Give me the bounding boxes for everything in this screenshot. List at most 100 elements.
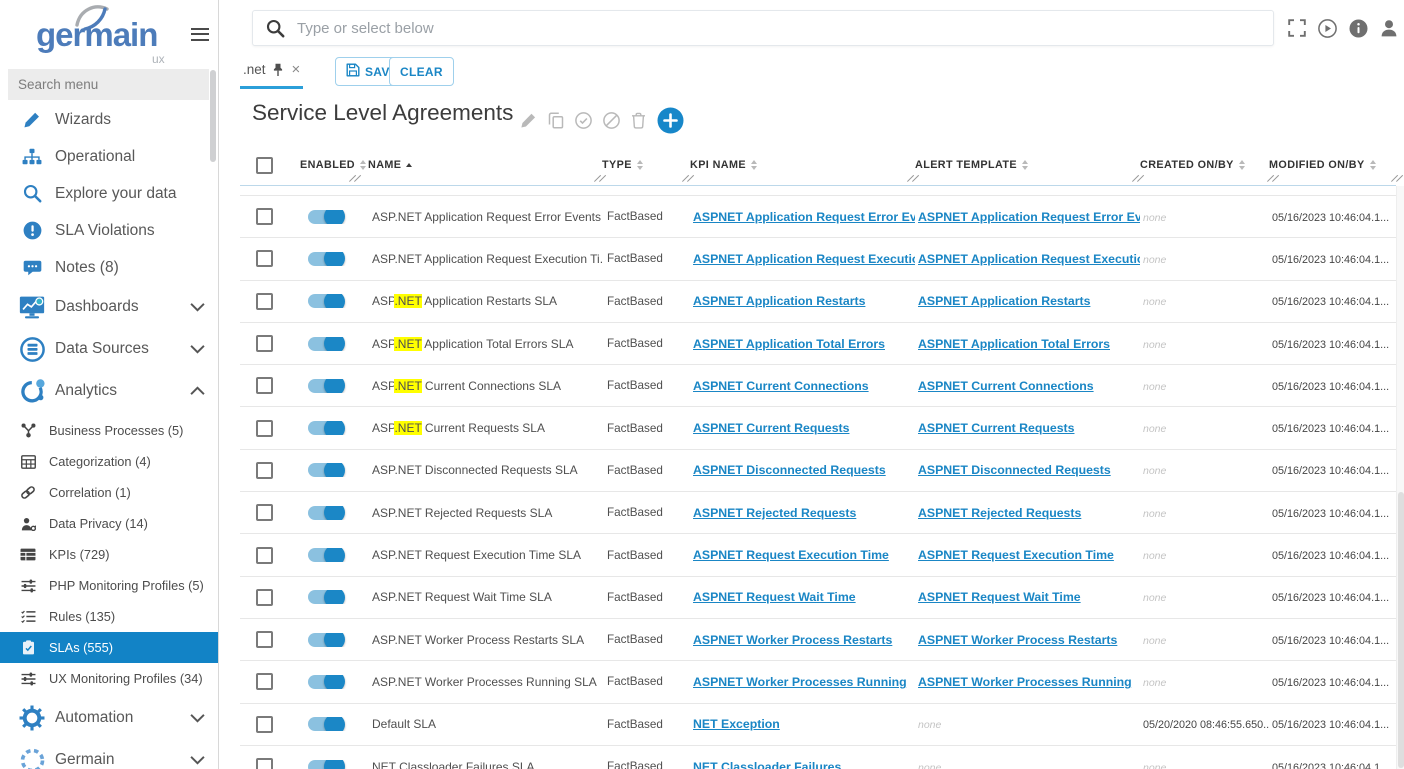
row-checkbox[interactable] [256,208,273,225]
kpi-link[interactable]: NET Exception [693,717,780,731]
alert-template-link[interactable]: ASPNET Worker Processes Running [918,675,1132,689]
sidebar-item-data-privacy[interactable]: Data Privacy (14) [0,508,218,539]
sidebar-item-correlation[interactable]: Correlation (1) [0,477,218,508]
disable-button[interactable] [603,112,620,129]
sidebar-item-operational[interactable]: Operational [0,138,218,175]
add-button[interactable] [657,107,684,134]
row-checkbox[interactable] [256,758,273,769]
row-checkbox[interactable] [256,462,273,479]
sort-icon[interactable] [406,163,412,167]
sidebar-item-dashboards[interactable]: Dashboards [0,286,218,328]
play-button[interactable] [1318,19,1337,38]
column-header-name[interactable]: NAME [368,159,602,171]
column-header-type[interactable]: TYPE [602,159,690,171]
enabled-toggle[interactable] [308,337,342,351]
kpi-link[interactable]: ASPNET Request Execution Time [693,548,889,562]
sidebar-item-rules[interactable]: Rules (135) [0,601,218,632]
alert-template-link[interactable]: ASPNET Current Connections [918,379,1094,393]
enabled-toggle[interactable] [308,379,342,393]
enabled-toggle[interactable] [308,760,342,769]
alert-template-link[interactable]: ASPNET Request Wait Time [918,590,1081,604]
sidebar-scrollbar[interactable] [210,70,216,162]
select-all-checkbox[interactable] [256,157,273,174]
sidebar-item-notes[interactable]: Notes (8) [0,249,218,286]
sort-icon[interactable] [1022,160,1028,171]
enabled-toggle[interactable] [308,506,342,520]
column-resize-handle[interactable] [1135,173,1147,184]
alert-template-link[interactable]: ASPNET Application Request Execution Tim… [918,252,1140,266]
sidebar-item-ux-monitoring-profiles[interactable]: UX Monitoring Profiles (34) [0,663,218,694]
sort-icon[interactable] [1239,160,1245,171]
pin-icon[interactable] [272,63,284,77]
delete-button[interactable] [631,112,646,129]
sidebar-item-explore-your-data[interactable]: Explore your data [0,175,218,212]
sidebar-item-analytics[interactable]: Analytics [0,370,218,412]
row-checkbox[interactable] [256,250,273,267]
table-scrollbar[interactable] [1396,186,1404,769]
column-resize-handle[interactable] [1394,173,1404,184]
sidebar-item-business-processes[interactable]: Business Processes (5) [0,415,218,446]
row-checkbox[interactable] [256,716,273,733]
enabled-toggle[interactable] [308,548,342,562]
column-resize-handle[interactable] [685,173,697,184]
sort-icon[interactable] [1370,160,1376,171]
sidebar-item-sla-violations[interactable]: SLA Violations [0,212,218,249]
enabled-toggle[interactable] [308,210,342,224]
sidebar-item-germain[interactable]: Germain [0,739,218,769]
column-resize-handle[interactable] [352,173,364,184]
menu-toggle-icon[interactable] [191,24,209,44]
sort-icon[interactable] [360,160,366,171]
sort-icon[interactable] [751,160,757,171]
kpi-link[interactable]: ASPNET Disconnected Requests [693,463,886,477]
kpi-link[interactable]: ASPNET Application Request Execution Tim… [693,252,915,266]
column-header-modified-on-by[interactable]: MODIFIED ON/BY [1269,159,1396,171]
alert-template-link[interactable]: ASPNET Worker Process Restarts [918,633,1117,647]
enabled-toggle[interactable] [308,252,342,266]
kpi-link[interactable]: ASPNET Current Requests [693,421,849,435]
row-checkbox[interactable] [256,547,273,564]
enabled-toggle[interactable] [308,675,342,689]
filter-chip[interactable]: .net × [243,61,300,78]
chevron-down-icon[interactable] [190,345,205,354]
kpi-link[interactable]: ASPNET Worker Process Restarts [693,633,892,647]
row-checkbox[interactable] [256,420,273,437]
user-button[interactable] [1380,19,1398,38]
info-button[interactable] [1349,19,1368,38]
alert-template-link[interactable]: ASPNET Disconnected Requests [918,463,1111,477]
sidebar-item-kpis[interactable]: KPIs (729) [0,539,218,570]
enabled-toggle[interactable] [308,717,342,731]
enabled-toggle[interactable] [308,421,342,435]
sidebar-item-slas[interactable]: SLAs (555) [0,632,218,663]
approve-button[interactable] [575,112,592,129]
edit-button[interactable] [520,112,537,129]
chevron-down-icon[interactable] [190,303,205,312]
alert-template-link[interactable]: ASPNET Application Restarts [918,294,1090,308]
enabled-toggle[interactable] [308,294,342,308]
sidebar-item-php-monitoring-profiles[interactable]: PHP Monitoring Profiles (5) [0,570,218,601]
global-search[interactable] [252,10,1274,46]
alert-template-link[interactable]: ASPNET Application Request Error Events [918,210,1140,224]
kpi-link[interactable]: ASPNET Application Restarts [693,294,865,308]
kpi-link[interactable]: ASPNET Application Total Errors [693,337,885,351]
kpi-link[interactable]: ASPNET Request Wait Time [693,590,856,604]
column-resize-handle[interactable] [1270,173,1282,184]
row-checkbox[interactable] [256,504,273,521]
alert-template-link[interactable]: ASPNET Rejected Requests [918,506,1081,520]
alert-template-link[interactable]: ASPNET Current Requests [918,421,1074,435]
chevron-up-icon[interactable] [190,387,205,396]
alert-template-link[interactable]: ASPNET Application Total Errors [918,337,1110,351]
column-header-kpi-name[interactable]: KPI NAME [690,159,915,171]
sidebar-item-automation[interactable]: Automation [0,697,218,739]
scrollbar-thumb[interactable] [1398,492,1404,768]
chevron-down-icon[interactable] [190,714,205,723]
kpi-link[interactable]: NET Classloader Failures [693,760,841,769]
enabled-toggle[interactable] [308,590,342,604]
kpi-link[interactable]: ASPNET Worker Processes Running [693,675,907,689]
close-icon[interactable]: × [292,61,301,78]
column-resize-handle[interactable] [910,173,922,184]
row-checkbox[interactable] [256,377,273,394]
sort-icon[interactable] [637,160,643,171]
sidebar-item-wizards[interactable]: Wizards [0,101,218,138]
sidebar-item-data-sources[interactable]: Data Sources [0,328,218,370]
global-search-input[interactable] [295,19,1273,38]
